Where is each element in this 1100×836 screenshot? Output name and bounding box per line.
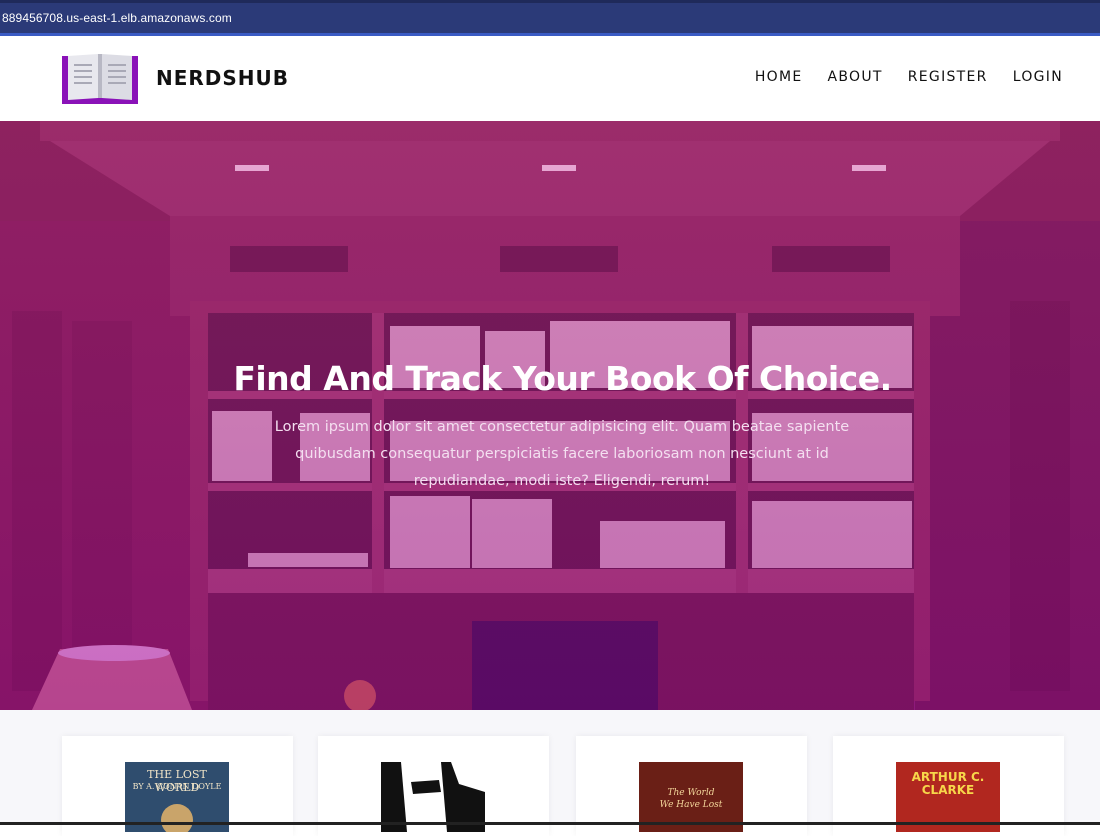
hero-section: Find And Track Your Book Of Choice. Lore… [0,121,1100,710]
book-cover-title: ARTHUR C. [911,770,985,784]
book-card[interactable]: ARTHUR C. CLARKE [833,736,1064,836]
url-text[interactable]: 889456708.us-east-1.elb.amazonaws.com [2,11,232,25]
book-card[interactable]: THE LOST WORLD BY A. CONAN DOYLE [62,736,293,836]
nav-register-link[interactable]: REGISTER [908,69,988,85]
book-card[interactable]: The World We Have Lost [576,736,807,836]
main-nav: HOME ABOUT REGISTER LOGIN [730,69,1063,85]
navbar: NERDSHUB HOME ABOUT REGISTER LOGIN [0,36,1100,121]
book-cover-author: We Have Lost [659,800,723,810]
browser-url-bar[interactable]: 889456708.us-east-1.elb.amazonaws.com [0,0,1100,36]
nav-about-link[interactable]: ABOUT [827,69,882,85]
browser-tab-strip [0,0,1100,3]
books-section: THE LOST WORLD BY A. CONAN DOYLE The Wor… [0,710,1100,836]
hero-title: Find And Track Your Book Of Choice. [233,359,892,399]
brand-name[interactable]: NERDSHUB [156,66,289,90]
open-book-icon [62,52,138,104]
hero-description: Lorem ipsum dolor sit amet consectetur a… [274,418,850,489]
brand[interactable]: NERDSHUB [62,52,289,104]
nav-home-link[interactable]: HOME [755,69,803,85]
book-card[interactable] [318,736,549,836]
book-cover-title: The World [667,788,715,798]
book-cover-author: CLARKE [921,783,975,797]
nav-login-link[interactable]: LOGIN [1013,69,1063,85]
